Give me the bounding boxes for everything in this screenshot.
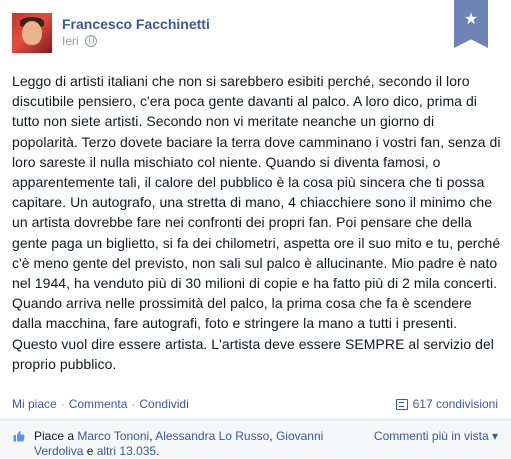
share-link[interactable]: Condividi <box>139 397 188 411</box>
liker-separator: , <box>269 429 276 443</box>
comment-sort-dropdown[interactable]: Commenti più in vista ▾ <box>374 429 498 443</box>
shares-count: 617 condivisioni <box>412 397 498 411</box>
likes-end: . <box>156 444 160 458</box>
like-link[interactable]: Mi piace <box>12 397 57 411</box>
action-separator: · <box>131 397 136 411</box>
avatar[interactable] <box>12 13 52 53</box>
liker-separator: e <box>83 444 97 458</box>
shares-count-link[interactable]: 617 condivisioni <box>395 397 498 411</box>
others-likers-link[interactable]: altri 13.035 <box>97 444 156 458</box>
post-text: Leggo di artisti italiani che non si sar… <box>12 73 501 372</box>
likes-prefix: Piace a <box>34 429 78 443</box>
likes-summary: Piace a Marco Tononi, Alessandra Lo Russ… <box>34 429 354 459</box>
comment-link[interactable]: Commenta <box>69 397 128 411</box>
post-timestamp[interactable]: Ieri <box>62 34 79 48</box>
post-meta: Ieri <box>62 34 97 48</box>
thumbs-up-icon <box>13 431 25 442</box>
liker-link[interactable]: Marco Tononi <box>77 429 149 443</box>
star-icon[interactable]: ★ <box>454 0 488 48</box>
avatar-face <box>22 21 42 45</box>
liker-link[interactable]: Alessandra Lo Russo <box>155 429 269 443</box>
post-card: Francesco Facchinetti Ieri ★ Leggo di ar… <box>0 0 511 458</box>
action-separator: · <box>60 397 65 411</box>
author-name[interactable]: Francesco Facchinetti <box>62 16 210 32</box>
globe-icon[interactable] <box>84 35 97 47</box>
post-footer: Piace a Marco Tononi, Alessandra Lo Russ… <box>0 419 511 458</box>
share-icon <box>395 398 408 410</box>
post-actions: Mi piace · Commenta · Condividi <box>12 397 189 411</box>
